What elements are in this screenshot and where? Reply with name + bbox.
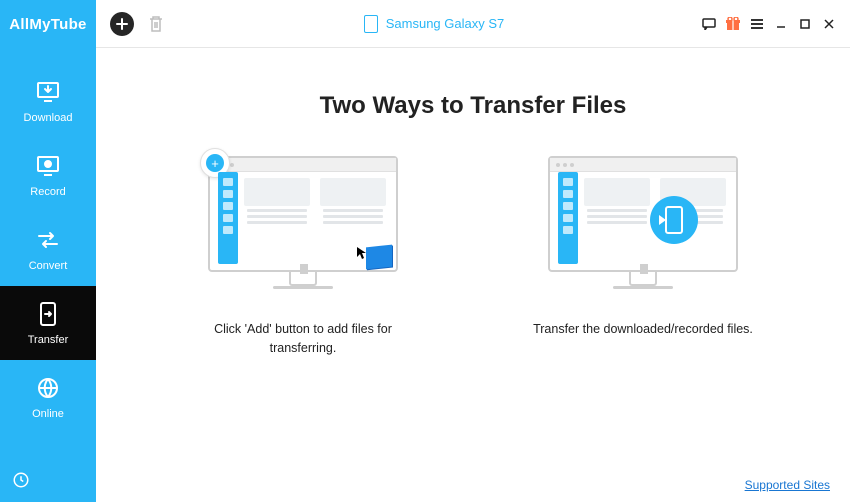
monitor-illustration [543, 156, 743, 296]
app-brand: AllMyTube [0, 0, 96, 48]
window-controls [702, 17, 836, 31]
option-caption: Transfer the downloaded/recorded files. [533, 320, 753, 339]
download-icon [34, 78, 62, 106]
device-name: Samsung Galaxy S7 [386, 16, 505, 31]
add-button[interactable] [110, 12, 134, 36]
brand-text: AllMyTube [9, 16, 86, 33]
minimize-button[interactable] [774, 17, 788, 31]
supported-sites-link[interactable]: Supported Sites [745, 478, 830, 492]
sidebar-item-convert[interactable]: Convert [0, 212, 96, 286]
sidebar-item-label: Record [30, 186, 65, 198]
monitor-illustration: + [203, 156, 403, 296]
device-indicator[interactable]: Samsung Galaxy S7 [166, 15, 702, 33]
option-caption: Click 'Add' button to add files for tran… [193, 320, 413, 358]
phone-icon [364, 15, 378, 33]
maximize-button[interactable] [798, 17, 812, 31]
sidebar-nav: Download Record Convert Transfer [0, 48, 96, 462]
transfer-to-phone-icon [650, 196, 698, 244]
trash-button[interactable] [146, 13, 166, 35]
online-icon [34, 374, 62, 402]
page-heading: Two Ways to Transfer Files [136, 92, 810, 120]
sidebar-item-record[interactable]: Record [0, 138, 96, 212]
topbar: Samsung Galaxy S7 [96, 0, 850, 48]
sidebar-item-online[interactable]: Online [0, 360, 96, 434]
option-add-files[interactable]: + Click 'Add' button to add fil [193, 156, 413, 358]
main-area: Samsung Galaxy S7 Two Ways to Transfer F… [96, 0, 850, 502]
sidebar-item-download[interactable]: Download [0, 64, 96, 138]
transfer-options: + Click 'Add' button to add fil [136, 156, 810, 358]
sidebar: AllMyTube Download Record Convert [0, 0, 96, 502]
record-icon [34, 152, 62, 180]
sidebar-item-label: Transfer [28, 334, 69, 346]
close-button[interactable] [822, 17, 836, 31]
sidebar-item-label: Download [24, 112, 73, 124]
content: Two Ways to Transfer Files + [96, 48, 850, 502]
sidebar-item-transfer[interactable]: Transfer [0, 286, 96, 360]
clock-icon[interactable] [12, 471, 30, 494]
gift-icon[interactable] [726, 17, 740, 31]
cursor-icon [356, 246, 370, 260]
feedback-icon[interactable] [702, 17, 716, 31]
sidebar-item-label: Convert [29, 260, 68, 272]
menu-icon[interactable] [750, 17, 764, 31]
convert-icon [34, 226, 62, 254]
topbar-left [110, 12, 166, 36]
option-transfer-downloaded[interactable]: Transfer the downloaded/recorded files. [533, 156, 753, 358]
sidebar-footer [0, 462, 96, 502]
sidebar-item-label: Online [32, 408, 64, 420]
transfer-icon [34, 300, 62, 328]
